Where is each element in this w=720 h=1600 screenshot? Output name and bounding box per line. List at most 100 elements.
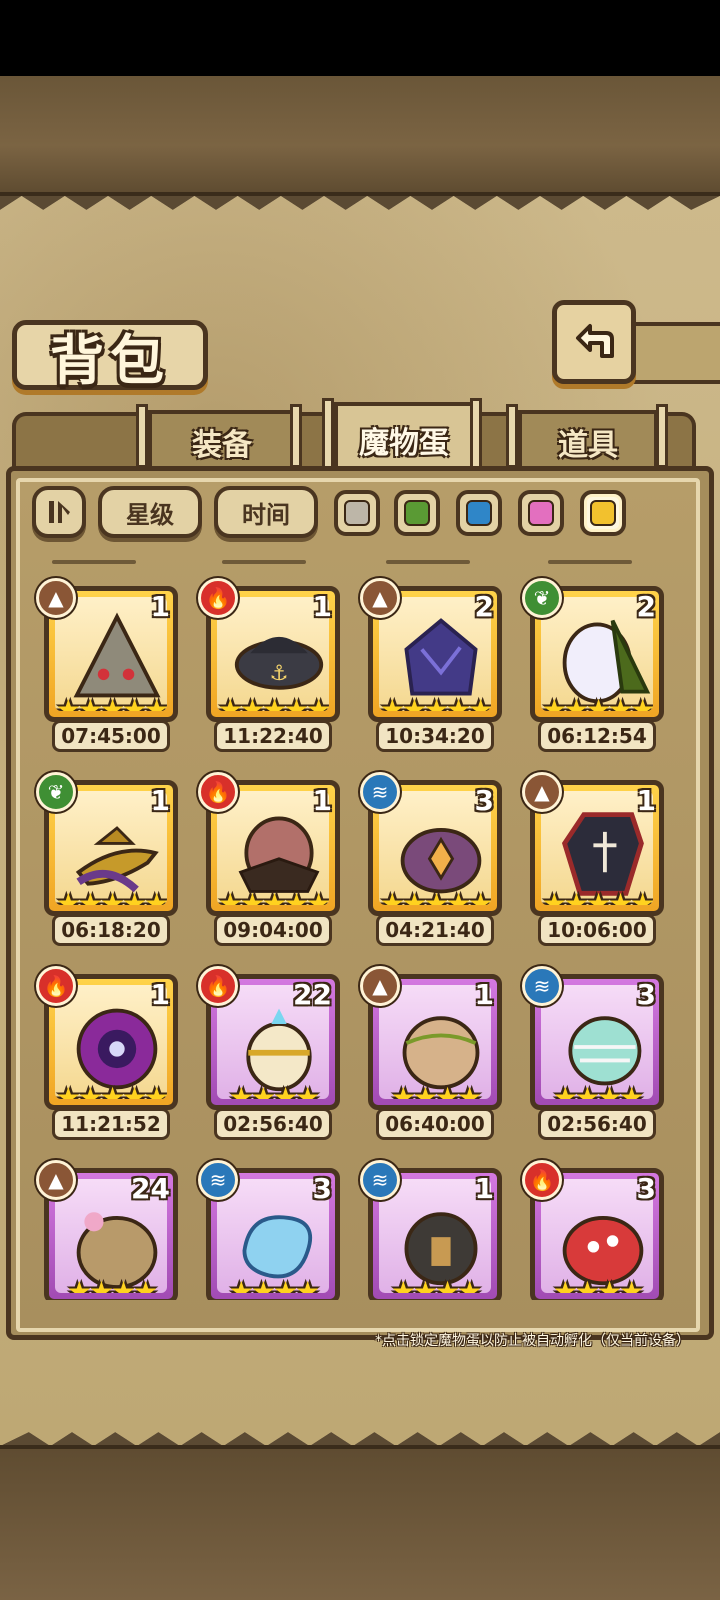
tab-post <box>290 404 302 468</box>
egg-count: 2 <box>474 590 494 623</box>
earth-element-icon: ▲ <box>522 772 562 812</box>
back-button[interactable] <box>552 300 636 384</box>
egg-card[interactable]: ⚓ ★★★★★ 🔥 1 11:22:40 <box>198 578 340 766</box>
egg-count: 22 <box>293 978 332 1011</box>
divider <box>548 560 632 564</box>
sort-by-star-button[interactable]: 星级 <box>98 486 202 538</box>
wood-element-icon: ❦ <box>36 772 76 812</box>
star-rating: ★★★★ <box>228 1275 320 1293</box>
filter-yellow[interactable] <box>580 490 626 536</box>
sort-by-star-label: 星级 <box>126 500 174 529</box>
map-background-top <box>0 76 720 196</box>
swatch-color <box>344 500 370 526</box>
fire-element-icon: 🔥 <box>198 578 238 618</box>
water-element-icon: ≋ <box>198 1160 238 1200</box>
filter-pink[interactable] <box>518 490 564 536</box>
egg-card[interactable]: ★★★★ ≋ 3 <box>198 1160 340 1300</box>
egg-card[interactable]: ★★★★ 🔥 22 02:56:40 <box>198 966 340 1154</box>
star-rating: ★★★★★ <box>217 693 329 711</box>
swatch-color <box>590 500 616 526</box>
swatch-color <box>466 500 492 526</box>
star-rating: ★★★★ <box>552 1275 644 1293</box>
egg-card[interactable]: ★★★★ 🔥 3 <box>522 1160 664 1300</box>
egg-card[interactable]: ★★★★★ ❦ 1 06:18:20 <box>36 772 178 960</box>
lock-hint: *点击锁定魔物蛋以防止被自动孵化（仅当前设备） <box>375 1333 690 1349</box>
tab-post <box>656 404 668 468</box>
earth-element-icon: ▲ <box>36 578 76 618</box>
sort-toggle-button[interactable] <box>32 486 86 538</box>
egg-card[interactable]: ★★★★★ ▲ 1 10:06:00 <box>522 772 664 960</box>
page-title-box: 背包 <box>12 320 208 392</box>
hatch-timer: 02:56:40 <box>538 1108 656 1140</box>
egg-card[interactable]: ★★★★ ≋ 1 <box>360 1160 502 1300</box>
egg-card[interactable]: ★★★★★ ▲ 1 07:45:00 <box>36 578 178 766</box>
egg-card[interactable]: ★★★★★ 🔥 1 09:04:00 <box>198 772 340 960</box>
tab-post <box>470 398 482 474</box>
back-strip <box>628 322 720 384</box>
wood-element-icon: ❦ <box>522 578 562 618</box>
fire-element-icon: 🔥 <box>198 772 238 812</box>
hatch-timer: 09:04:00 <box>214 914 332 946</box>
egg-count: 1 <box>312 784 332 817</box>
divider <box>386 560 470 564</box>
filter-green[interactable] <box>394 490 440 536</box>
hatch-timer: 04:21:40 <box>376 914 494 946</box>
tab-post <box>506 404 518 468</box>
star-rating: ★★★★★ <box>55 887 167 905</box>
egg-card[interactable]: ★★★★★ ≋ 3 04:21:40 <box>360 772 502 960</box>
tab-equipment[interactable]: 装备 <box>148 410 296 470</box>
egg-card[interactable]: ★★★★ ▲ 1 06:40:00 <box>360 966 502 1154</box>
hatch-timer: 11:21:52 <box>52 1108 170 1140</box>
star-rating: ★★★★★ <box>379 693 491 711</box>
status-bar <box>0 0 720 76</box>
star-rating: ★★★★★ <box>55 693 167 711</box>
egg-count: 1 <box>474 1172 494 1205</box>
hatch-timer: 02:56:40 <box>214 1108 332 1140</box>
earth-element-icon: ▲ <box>360 966 400 1006</box>
tab-items[interactable]: 道具 <box>518 410 658 470</box>
hatch-timer: 07:45:00 <box>52 720 170 752</box>
water-element-icon: ≋ <box>360 772 400 812</box>
svg-text:⚓: ⚓ <box>270 660 289 685</box>
egg-count: 3 <box>636 978 656 1011</box>
egg-count: 1 <box>150 978 170 1011</box>
egg-card[interactable]: ★★★★★ 🔥 1 11:21:52 <box>36 966 178 1154</box>
star-rating: ★★★★ <box>390 1275 482 1293</box>
egg-card[interactable]: ★★★★★ ❦ 2 06:12:54 <box>522 578 664 766</box>
fire-element-icon: 🔥 <box>198 966 238 1006</box>
egg-count: 1 <box>474 978 494 1011</box>
star-rating: ★★★★ <box>66 1275 158 1293</box>
egg-count: 1 <box>636 784 656 817</box>
map-background-bottom <box>0 1445 720 1600</box>
filter-blue[interactable] <box>456 490 502 536</box>
tab-post <box>136 404 148 468</box>
star-rating: ★★★★★ <box>55 1081 167 1099</box>
egg-count: 3 <box>636 1172 656 1205</box>
star-rating: ★★★★ <box>390 1081 482 1099</box>
swatch-color <box>528 500 554 526</box>
tab-monster-egg[interactable]: 魔物蛋 <box>334 402 474 474</box>
hatch-timer: 10:06:00 <box>538 914 656 946</box>
filter-gray[interactable] <box>334 490 380 536</box>
egg-count: 24 <box>131 1172 170 1205</box>
water-element-icon: ≋ <box>522 966 562 1006</box>
egg-card[interactable]: ★★★★ ≋ 3 02:56:40 <box>522 966 664 1154</box>
egg-count: 1 <box>150 784 170 817</box>
hatch-timer: 10:34:20 <box>376 720 494 752</box>
sort-by-time-button[interactable]: 时间 <box>214 486 318 538</box>
star-rating: ★★★★ <box>228 1081 320 1099</box>
tab-post <box>322 398 334 474</box>
divider <box>222 560 306 564</box>
sort-by-time-label: 时间 <box>242 500 290 529</box>
star-rating: ★★★★★ <box>379 887 491 905</box>
sort-toggle-icon <box>49 501 70 523</box>
tab-label: 道具 <box>558 428 618 463</box>
egg-count: 2 <box>636 590 656 623</box>
star-rating: ★★★★ <box>552 1081 644 1099</box>
egg-card[interactable]: ★★★★★ ▲ 2 10:34:20 <box>360 578 502 766</box>
egg-card[interactable]: ★★★★ ▲ 24 <box>36 1160 178 1300</box>
fire-element-icon: 🔥 <box>522 1160 562 1200</box>
star-rating: ★★★★★ <box>541 693 653 711</box>
hatch-timer: 06:12:54 <box>538 720 656 752</box>
swatch-color <box>404 500 430 526</box>
